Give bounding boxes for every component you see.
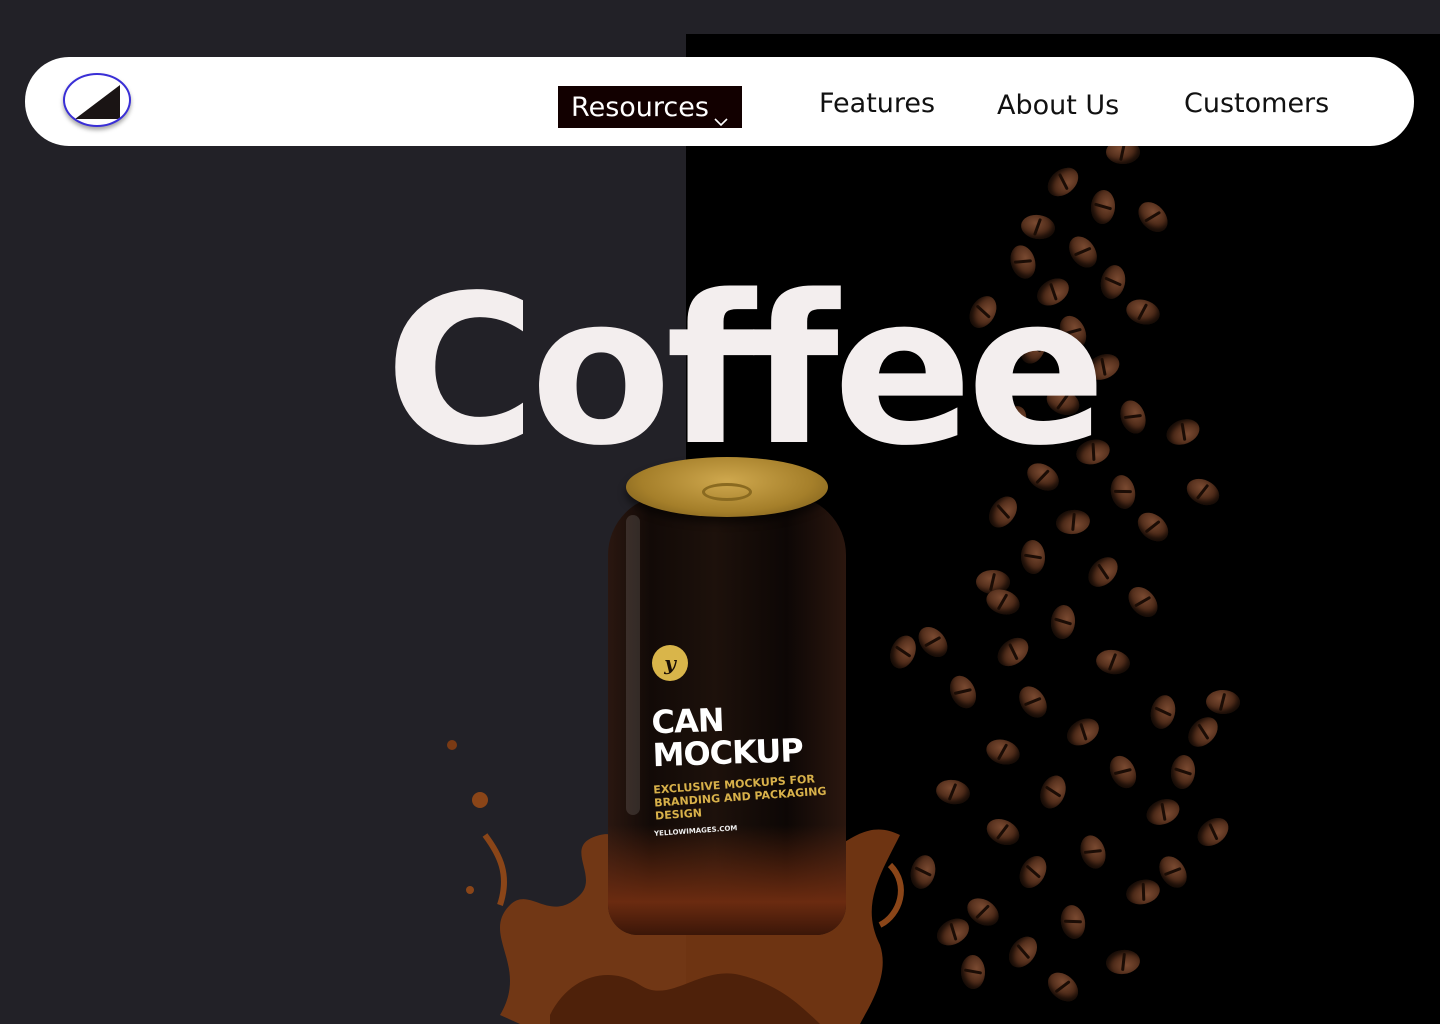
coffee-bean: [1162, 414, 1204, 450]
coffee-bean: [1082, 551, 1124, 593]
coffee-bean: [1076, 832, 1110, 872]
coffee-bean: [1097, 262, 1129, 302]
coffee-bean: [1014, 851, 1052, 893]
coffee-bean: [1132, 506, 1174, 548]
coffee-bean: [1169, 753, 1197, 791]
coffee-bean: [983, 735, 1023, 769]
coffee-bean: [960, 954, 986, 990]
hero-title: Coffee: [385, 251, 1106, 491]
coffee-bean: [1062, 713, 1104, 751]
coffee-bean: [1049, 604, 1077, 640]
coffee-bean: [1035, 771, 1071, 813]
coffee-bean: [1019, 212, 1057, 242]
can-pull-tab: [702, 483, 752, 501]
nav-resources-label: Resources: [571, 91, 709, 123]
main-navbar: Resources Features About Us Customers: [25, 57, 1414, 146]
coffee-bean: [1147, 692, 1179, 732]
coffee-bean: [932, 913, 974, 951]
coffee-bean: [944, 671, 982, 713]
nav-about-us-link[interactable]: About Us: [997, 90, 1119, 121]
coffee-bean: [934, 777, 972, 807]
coffee-bean: [983, 491, 1023, 533]
can-title: CAN MOCKUP: [651, 700, 843, 775]
yellow-images-logo-icon: y: [652, 645, 688, 681]
chevron-down-icon: [713, 104, 729, 127]
coffee-bean: [912, 621, 954, 663]
coffee-bean: [982, 813, 1024, 851]
coffee-bean: [1054, 508, 1092, 536]
coffee-bean: [1192, 812, 1234, 852]
coffee-bean: [1058, 903, 1088, 941]
coffee-bean: [1123, 876, 1163, 908]
coffee-bean: [1123, 295, 1163, 329]
coffee-bean: [1020, 539, 1046, 575]
coffee-bean: [1107, 473, 1139, 511]
coffee-bean: [1132, 196, 1174, 238]
coffee-bean: [1042, 161, 1084, 203]
coffee-bean: [1182, 711, 1224, 753]
coffee-can-product-image: y CAN MOCKUP EXCLUSIVE MOCKUPS FOR BRAND…: [440, 455, 910, 1024]
photo-panel-top-edge: [841, 34, 1440, 40]
coffee-bean: [1104, 751, 1142, 793]
coffee-bean: [1042, 966, 1084, 1008]
can-title-line2: MOCKUP: [651, 731, 804, 775]
coffee-bean: [1013, 681, 1053, 723]
coffee-bean: [907, 852, 939, 892]
triangle-logo-icon[interactable]: [63, 73, 131, 127]
coffee-bean: [1182, 473, 1224, 511]
coffee-bean: [992, 632, 1034, 672]
nav-features-link[interactable]: Features: [819, 88, 935, 119]
coffee-bean: [1003, 931, 1043, 973]
coffee-bean: [1104, 948, 1142, 976]
coffee-bean: [1089, 189, 1117, 225]
coffee-bean: [1142, 794, 1184, 830]
coffee-bean: [1153, 851, 1193, 893]
coffee-bean: [1122, 581, 1164, 623]
nav-customers-link[interactable]: Customers: [1184, 88, 1329, 119]
coffee-bean: [1205, 689, 1241, 715]
coffee-bean: [1094, 647, 1132, 677]
coffee-bean: [1116, 397, 1150, 437]
nav-resources-dropdown[interactable]: Resources: [558, 86, 742, 128]
